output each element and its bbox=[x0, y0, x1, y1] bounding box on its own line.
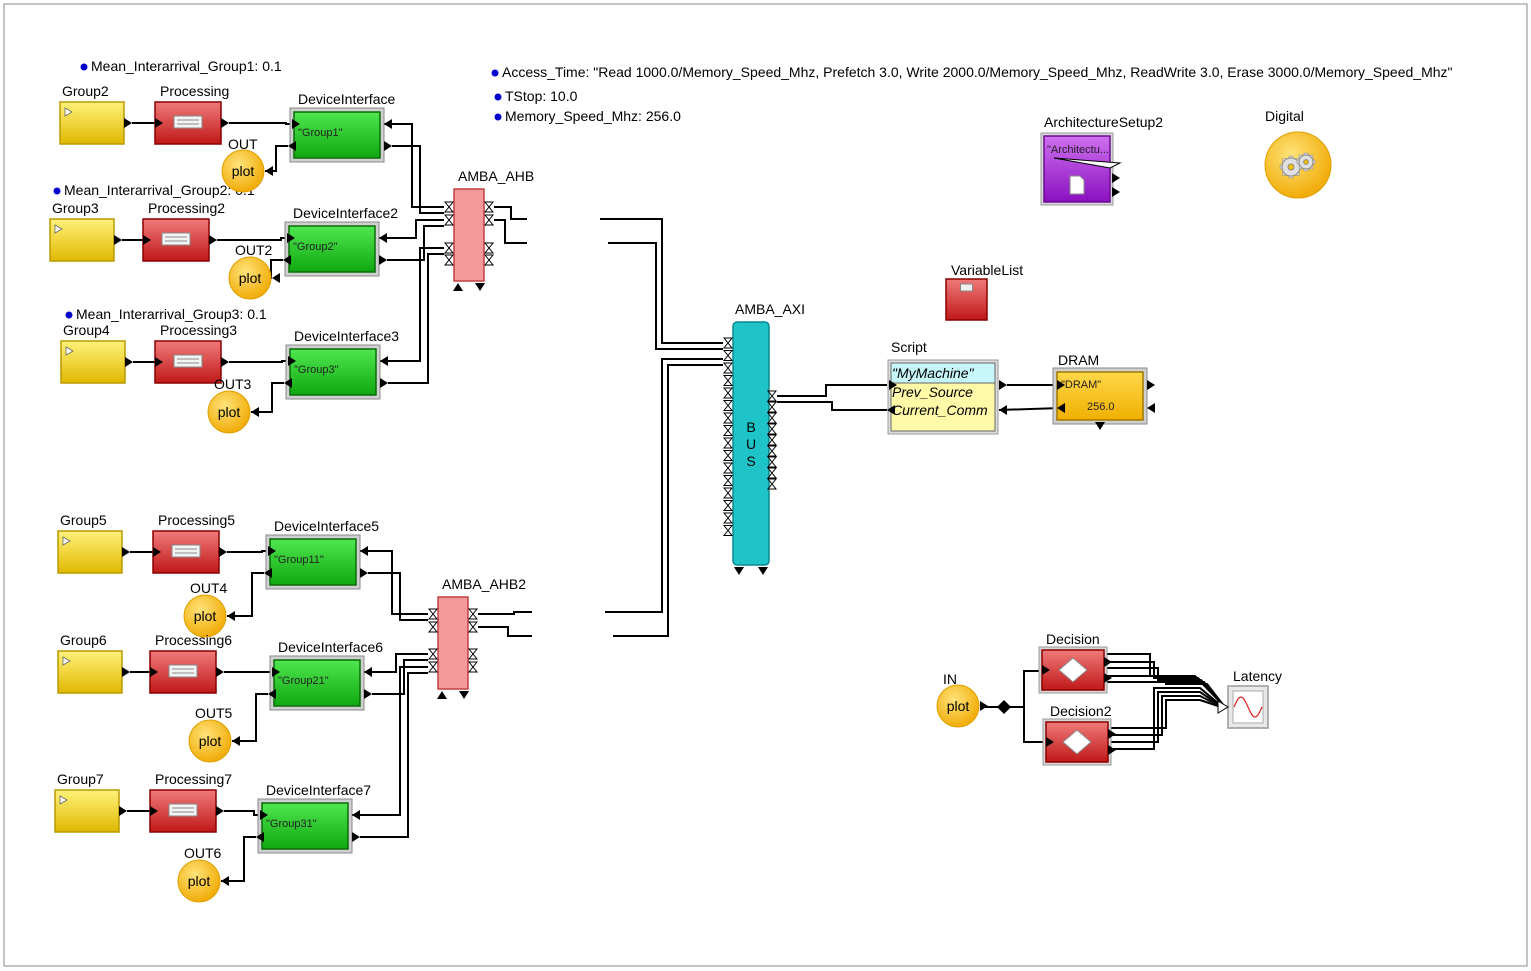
group-label: Group5 bbox=[60, 512, 107, 528]
processing-label: Processing6 bbox=[155, 632, 232, 648]
device-interface-value: "Group21" bbox=[278, 675, 329, 687]
device-interface-label: DeviceInterface5 bbox=[274, 518, 379, 534]
device-interface-label: DeviceInterface2 bbox=[293, 205, 398, 221]
device-interface-label: DeviceInterface bbox=[298, 91, 395, 107]
architecture-setup-label: ArchitectureSetup2 bbox=[1044, 114, 1163, 130]
script-line-3: Current_Comm bbox=[892, 402, 988, 418]
parameter-p-mean2[interactable]: Mean_Interarrival_Group2: 0.1 bbox=[53, 182, 255, 198]
parameter-p-mean1[interactable]: Mean_Interarrival_Group1: 0.1 bbox=[80, 58, 282, 74]
output-label: OUT2 bbox=[235, 242, 273, 258]
output-label: OUT3 bbox=[214, 376, 252, 392]
device-interface-value: "Group2" bbox=[293, 241, 338, 253]
processing-label: Processing2 bbox=[148, 200, 225, 216]
plot-label: plot bbox=[199, 733, 222, 749]
plot-label: plot bbox=[188, 873, 211, 889]
in-label: IN bbox=[943, 671, 957, 687]
dram-name: "DRAM" bbox=[1061, 379, 1101, 391]
amba-axi-label: AMBA_AXI bbox=[735, 301, 805, 317]
decision2-actor-label: Decision2 bbox=[1050, 703, 1112, 719]
decision-actor-label: Decision bbox=[1046, 631, 1100, 647]
dram-label: DRAM bbox=[1058, 352, 1099, 368]
parameter-p-access[interactable]: Access_Time: "Read 1000.0/Memory_Speed_M… bbox=[491, 64, 1453, 80]
device-interface-label: DeviceInterface3 bbox=[294, 328, 399, 344]
group-label: Group7 bbox=[57, 771, 104, 787]
group-label: Group2 bbox=[62, 83, 109, 99]
group-label: Group4 bbox=[63, 322, 110, 338]
processing-label: Processing3 bbox=[160, 322, 237, 338]
parameter-text: Mean_Interarrival_Group1: 0.1 bbox=[91, 58, 282, 74]
plot-label: plot bbox=[239, 270, 262, 286]
output-label: OUT bbox=[228, 136, 258, 152]
group-label: Group6 bbox=[60, 632, 107, 648]
plot-label: plot bbox=[232, 163, 255, 179]
digital-label: Digital bbox=[1265, 108, 1304, 124]
parameter-p-memspeed[interactable]: Memory_Speed_Mhz: 256.0 bbox=[494, 108, 682, 124]
bus-letter: S bbox=[746, 453, 755, 469]
plot-label: plot bbox=[947, 698, 970, 714]
device-interface-value: "Group31" bbox=[266, 818, 317, 830]
device-interface-value: "Group11" bbox=[274, 554, 324, 566]
document-icon bbox=[1069, 175, 1085, 195]
plot-label: plot bbox=[194, 608, 217, 624]
processing-label: Processing7 bbox=[155, 771, 232, 787]
bus-letter: U bbox=[746, 436, 756, 452]
dram-value: 256.0 bbox=[1087, 401, 1115, 413]
device-interface-value: "Group1" bbox=[298, 127, 343, 139]
processing-label: Processing5 bbox=[158, 512, 235, 528]
architecture-setup-inner: "Architectu... bbox=[1047, 144, 1109, 156]
device-interface-1[interactable]: "Group1" DeviceInterface bbox=[288, 91, 395, 163]
device-interface-label: DeviceInterface7 bbox=[266, 782, 371, 798]
parameter-p-tstop[interactable]: TStop: 10.0 bbox=[494, 88, 578, 104]
script-line-1: "MyMachine" bbox=[892, 365, 975, 381]
script-label: Script bbox=[891, 339, 927, 355]
processing-label: Processing bbox=[160, 83, 229, 99]
output-label: OUT5 bbox=[195, 705, 233, 721]
decision2-actor[interactable]: Decision2 bbox=[1042, 703, 1116, 766]
output-label: OUT4 bbox=[190, 580, 228, 596]
parameter-text: Mean_Interarrival_Group3: 0.1 bbox=[76, 306, 267, 322]
device-interface-label: DeviceInterface6 bbox=[278, 639, 383, 655]
script-line-2: Prev_Source bbox=[892, 384, 973, 400]
parameter-text: Memory_Speed_Mhz: 256.0 bbox=[505, 108, 681, 124]
bus-letter: B bbox=[746, 419, 755, 435]
variable-list-label: VariableList bbox=[951, 262, 1023, 278]
latency-label: Latency bbox=[1233, 668, 1282, 684]
plot-label: plot bbox=[218, 404, 241, 420]
amba-ahb-bus-label: AMBA_AHB bbox=[458, 168, 534, 184]
amba-ahb2-bus-label: AMBA_AHB2 bbox=[442, 576, 526, 592]
parameter-text: TStop: 10.0 bbox=[505, 88, 578, 104]
device-interface-value: "Group3" bbox=[294, 364, 339, 376]
parameter-text: Access_Time: "Read 1000.0/Memory_Speed_M… bbox=[502, 64, 1453, 80]
processing-1[interactable]: Processing bbox=[154, 83, 229, 145]
output-label: OUT6 bbox=[184, 845, 222, 861]
parameter-p-mean3[interactable]: Mean_Interarrival_Group3: 0.1 bbox=[65, 306, 267, 322]
group-label: Group3 bbox=[52, 200, 99, 216]
